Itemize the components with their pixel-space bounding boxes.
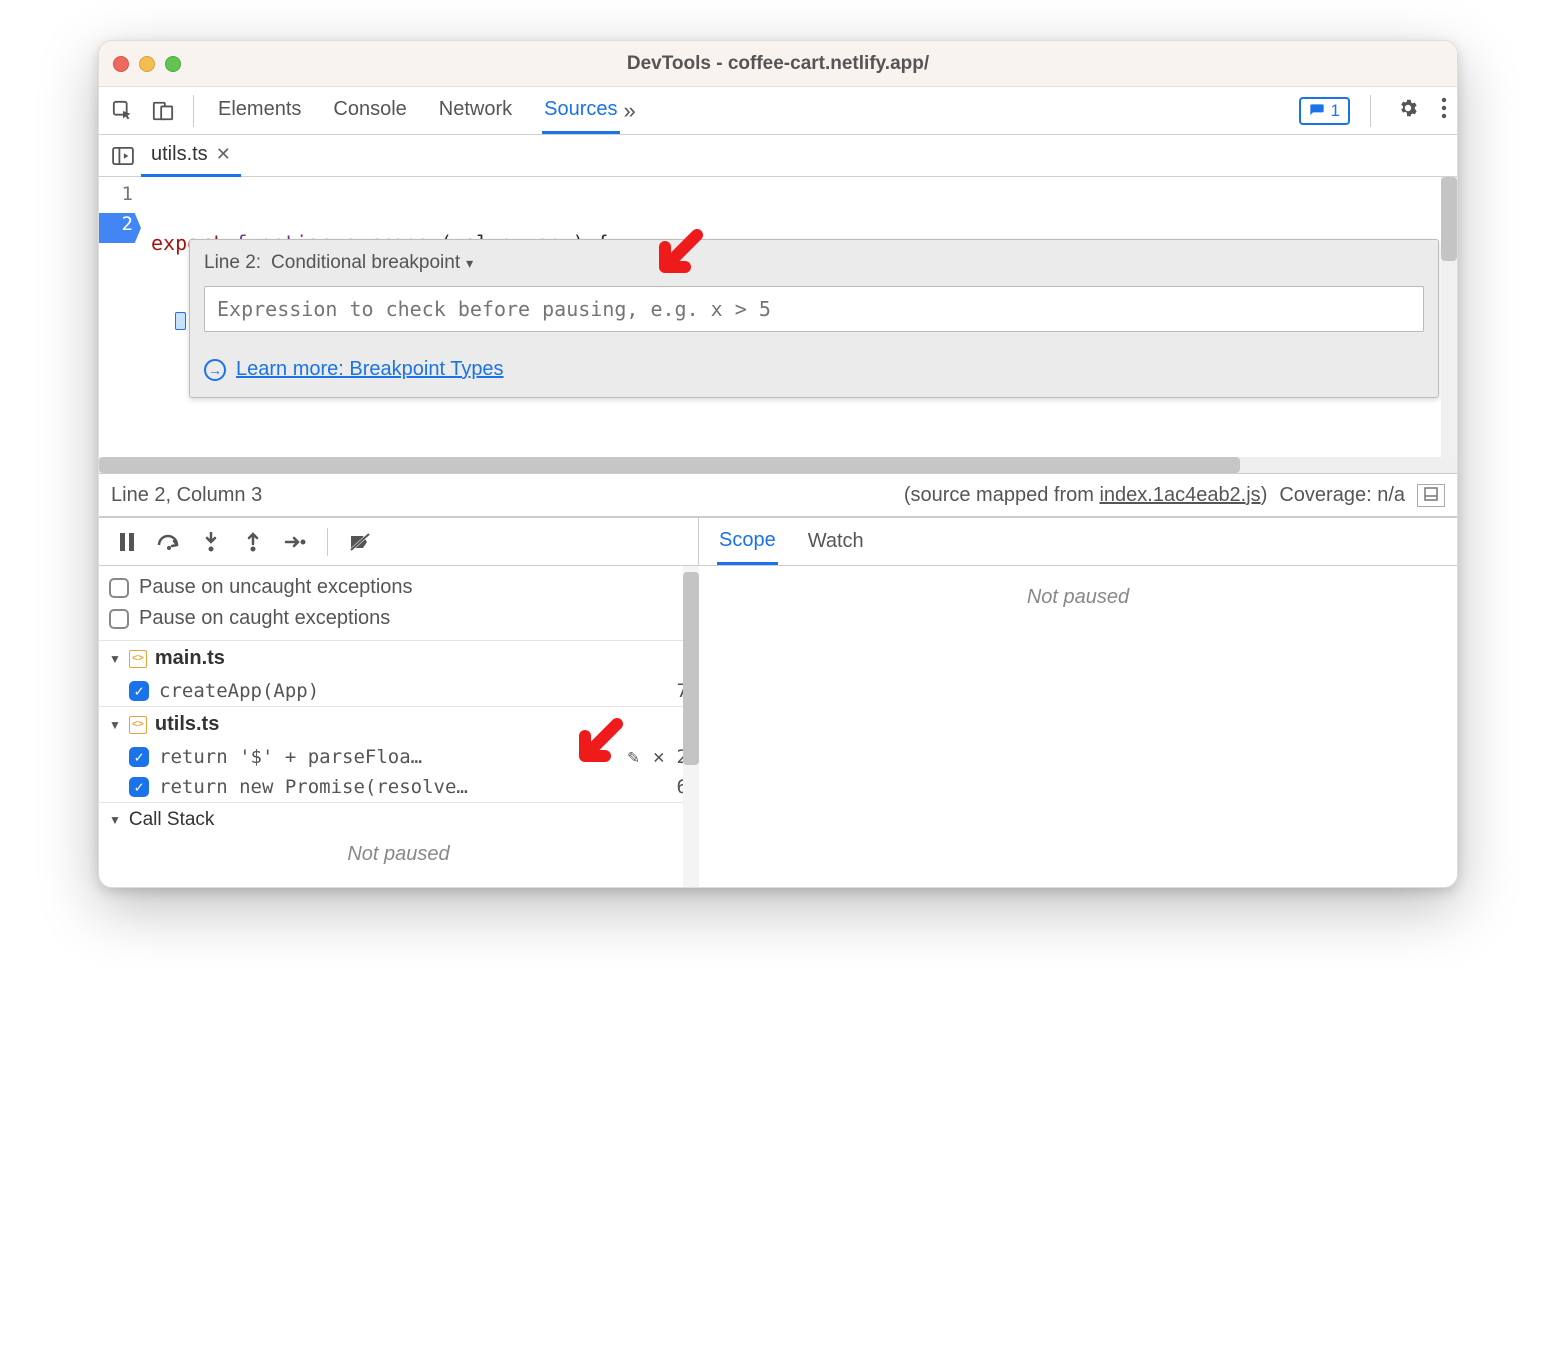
breakpoint-popup-header: Line 2: Conditional breakpoint xyxy=(204,252,1424,274)
tab-console[interactable]: Console xyxy=(331,88,408,134)
close-tab-icon[interactable]: ✕ xyxy=(216,144,231,165)
tab-network[interactable]: Network xyxy=(437,88,514,134)
checkbox[interactable] xyxy=(109,578,129,598)
step-button[interactable] xyxy=(279,526,311,558)
more-tabs-button[interactable]: » xyxy=(620,98,640,124)
cursor-position: Line 2, Column 3 xyxy=(111,484,262,507)
debug-toolbar xyxy=(99,518,698,566)
titlebar: DevTools - coffee-cart.netlify.app/ xyxy=(99,41,1457,87)
tab-watch[interactable]: Watch xyxy=(806,520,866,563)
toolbar-right: 1 xyxy=(1299,95,1453,127)
tab-elements[interactable]: Elements xyxy=(216,88,303,134)
call-stack-status: Not paused xyxy=(99,837,698,872)
bottom-toggle-button[interactable] xyxy=(1417,484,1445,507)
file-tab-label: utils.ts xyxy=(151,143,208,166)
breakpoint-file-name: utils.ts xyxy=(155,713,219,736)
devtools-window: DevTools - coffee-cart.netlify.app/ Elem… xyxy=(98,40,1458,888)
checkbox[interactable] xyxy=(129,777,149,797)
kebab-icon xyxy=(1441,97,1447,119)
horizontal-scrollbar-thumb[interactable] xyxy=(99,457,1240,473)
issues-badge[interactable]: 1 xyxy=(1299,97,1350,125)
source-mapped-label: (source mapped from index.1ac4eab2.js) xyxy=(904,484,1268,507)
caret-down-icon: ▼ xyxy=(109,718,121,732)
checkbox[interactable] xyxy=(129,747,149,767)
breakpoint-line-label: Line 2: xyxy=(204,252,261,274)
vertical-scrollbar[interactable] xyxy=(683,566,699,887)
navigator-toggle-icon[interactable] xyxy=(105,147,141,165)
ts-file-icon: <> xyxy=(129,716,147,734)
main-toolbar: Elements Console Network Sources » 1 xyxy=(99,87,1457,135)
toolbar-separator xyxy=(327,528,328,556)
horizontal-scrollbar[interactable] xyxy=(99,457,1457,473)
annotation-arrow-icon xyxy=(649,229,705,285)
circle-arrow-icon: → xyxy=(204,359,226,381)
tab-scope[interactable]: Scope xyxy=(717,519,778,565)
toolbar-separator xyxy=(193,95,194,127)
step-over-button[interactable] xyxy=(153,526,185,558)
breakpoint-type-dropdown[interactable]: Conditional breakpoint xyxy=(271,252,473,274)
breakpoint-item[interactable]: createApp(App) 7 xyxy=(99,676,698,706)
edit-breakpoint-icon[interactable]: ✎ xyxy=(626,746,641,768)
caret-down-icon: ▼ xyxy=(109,652,121,666)
pause-uncaught-option[interactable]: Pause on uncaught exceptions xyxy=(109,572,688,603)
lower-panels: Pause on uncaught exceptions Pause on ca… xyxy=(99,517,1457,887)
gear-icon xyxy=(1397,97,1419,119)
file-tab-utils[interactable]: utils.ts ✕ xyxy=(141,135,241,177)
more-options-button[interactable] xyxy=(1435,97,1453,125)
remove-breakpoint-icon[interactable]: ✕ xyxy=(651,746,666,768)
scope-status: Not paused xyxy=(1027,586,1129,609)
breakpoint-file-name: main.ts xyxy=(155,647,225,670)
panel-tabs: Elements Console Network Sources xyxy=(216,88,620,134)
breakpoint-item[interactable]: return new Promise(resolve… 6 xyxy=(99,772,698,802)
breakpoint-file-header[interactable]: ▼ <> main.ts xyxy=(99,641,698,676)
breakpoint-file-group: ▼ <> main.ts createApp(App) 7 xyxy=(99,640,698,706)
pause-caught-option[interactable]: Pause on caught exceptions xyxy=(109,603,688,634)
issues-count: 1 xyxy=(1331,101,1340,121)
pause-button[interactable] xyxy=(111,526,143,558)
inline-breakpoint-marker[interactable] xyxy=(175,312,186,330)
call-stack-header[interactable]: ▼ Call Stack xyxy=(99,802,698,837)
step-out-button[interactable] xyxy=(237,526,269,558)
learn-more-link[interactable]: Learn more: Breakpoint Types xyxy=(236,358,504,381)
window-title: DevTools - coffee-cart.netlify.app/ xyxy=(99,53,1457,75)
settings-button[interactable] xyxy=(1391,97,1425,125)
breakpoint-text: return '$' + parseFloa… xyxy=(159,746,616,768)
scope-watch-panel: Scope Watch Not paused xyxy=(699,518,1457,887)
coverage-label: Coverage: n/a xyxy=(1279,484,1405,507)
scope-body: Not paused xyxy=(699,566,1457,887)
deactivate-breakpoints-button[interactable] xyxy=(344,526,376,558)
checkbox[interactable] xyxy=(129,681,149,701)
source-map-link[interactable]: index.1ac4eab2.js xyxy=(1099,484,1260,506)
file-tabs: utils.ts ✕ xyxy=(99,135,1457,177)
tab-sources[interactable]: Sources xyxy=(542,88,619,134)
step-into-button[interactable] xyxy=(195,526,227,558)
status-bar: Line 2, Column 3 (source mapped from ind… xyxy=(99,473,1457,517)
debugger-sidebar: Pause on uncaught exceptions Pause on ca… xyxy=(99,518,699,887)
ts-file-icon: <> xyxy=(129,650,147,668)
right-tabs: Scope Watch xyxy=(699,518,1457,566)
line-number-active[interactable]: 2 xyxy=(99,213,141,243)
issues-icon xyxy=(1309,103,1325,119)
breakpoint-text: createApp(App) xyxy=(159,680,667,702)
vertical-scrollbar-thumb[interactable] xyxy=(1441,177,1457,261)
breakpoint-text: return new Promise(resolve… xyxy=(159,776,667,798)
breakpoint-editor-popup: Line 2: Conditional breakpoint → Learn m… xyxy=(189,239,1439,398)
breakpoint-condition-input[interactable] xyxy=(204,286,1424,332)
annotation-arrow-icon xyxy=(569,718,625,774)
device-toolbar-icon[interactable] xyxy=(143,91,183,131)
gutter[interactable]: 1 2 xyxy=(99,177,141,457)
code-editor[interactable]: 1 2 export function currency(value: any)… xyxy=(99,177,1457,457)
pause-options: Pause on uncaught exceptions Pause on ca… xyxy=(99,566,698,640)
line-number[interactable]: 1 xyxy=(99,183,141,213)
vertical-scrollbar-thumb[interactable] xyxy=(683,572,699,765)
toolbar-separator xyxy=(1370,95,1371,127)
inspect-element-icon[interactable] xyxy=(103,91,143,131)
caret-down-icon: ▼ xyxy=(109,813,121,827)
checkbox[interactable] xyxy=(109,609,129,629)
breakpoint-learn-more: → Learn more: Breakpoint Types xyxy=(204,358,1424,381)
